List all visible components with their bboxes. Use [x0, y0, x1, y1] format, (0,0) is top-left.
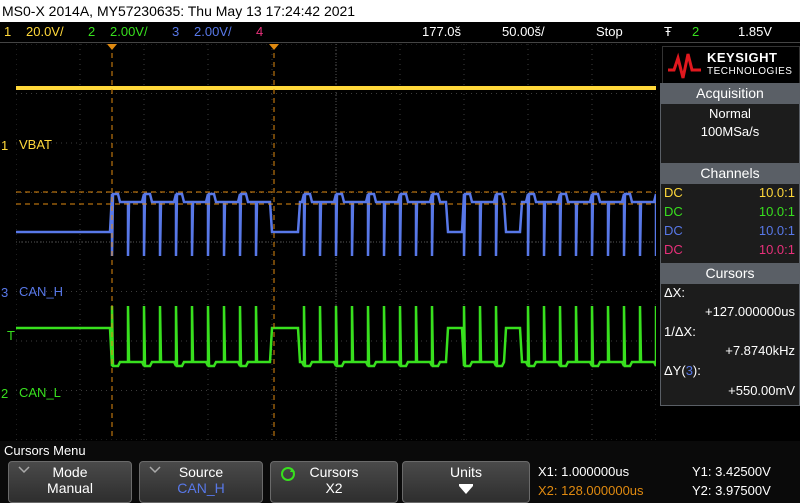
- ch1-ground-marker[interactable]: 1: [1, 138, 8, 153]
- ch1-label: VBAT: [19, 137, 52, 152]
- ch4-coupling: DC: [664, 242, 683, 257]
- x1-readout: X1: 1.000000us: [538, 464, 630, 479]
- ch2-coupling: DC: [664, 204, 683, 219]
- horizontal-delay[interactable]: 177.0š: [422, 22, 461, 42]
- ch2-ground-marker[interactable]: 2: [1, 386, 8, 401]
- y2-readout: Y2: 3.97500V: [692, 483, 771, 498]
- cursor-x1-marker: [107, 44, 117, 50]
- cursor-x2-marker: [269, 44, 279, 50]
- run-state[interactable]: Stop: [596, 22, 623, 42]
- units-button-label: Units: [450, 464, 482, 480]
- inverse-delta-x-label: 1/ΔX:: [664, 324, 696, 339]
- ch2-probe: 10.0:1: [758, 204, 795, 219]
- ch3-coupling: DC: [664, 223, 683, 238]
- softkey-menu: Cursors Menu Mode Manual Source CAN_H Cu…: [0, 441, 800, 503]
- softkey-arrow-icon: [149, 466, 161, 474]
- cursor-readouts: X1: 1.000000us X2: 128.000000us Y1: 3.42…: [534, 461, 800, 503]
- ch3-number[interactable]: 3: [172, 22, 179, 42]
- trigger-level[interactable]: 1.85V: [738, 22, 772, 42]
- sample-rate: 100MSa/s: [700, 124, 760, 139]
- ch1-probe: 10.0:1: [758, 185, 795, 200]
- waveform-graticule: [15, 43, 659, 441]
- source-button[interactable]: Source CAN_H: [139, 461, 263, 503]
- ch1-coupling: DC: [664, 185, 683, 200]
- channel-marker-gutter: 1 3 T 2: [0, 44, 16, 440]
- ch2-scale[interactable]: 2.00V/: [110, 22, 148, 42]
- keysight-wave-icon: [668, 52, 701, 79]
- status-bar: 1 20.0V/ 2 2.00V/ 3 2.00V/ 4 177.0š 50.0…: [0, 22, 800, 43]
- softkey-arrow-icon: [18, 466, 30, 474]
- delta-y-label: ΔY(3):: [664, 363, 701, 378]
- rotate-knob-icon: [281, 467, 295, 481]
- x2-readout: X2: 128.000000us: [538, 483, 644, 498]
- ch2-number[interactable]: 2: [88, 22, 95, 42]
- cursors-header: Cursors: [660, 263, 800, 283]
- inverse-delta-x-value: +7.8740kHz: [725, 343, 795, 358]
- ch2-label: CAN_L: [19, 385, 61, 400]
- submenu-arrow-down-icon: [459, 484, 473, 494]
- y1-readout: Y1: 3.42500V: [692, 464, 771, 479]
- cursors-section: ΔX: +127.000000us 1/ΔX: +7.8740kHz ΔY(3)…: [660, 283, 800, 406]
- trigger-edge-icon: Ŧ: [664, 24, 672, 39]
- channels-header: Channels: [660, 163, 800, 183]
- menu-title: Cursors Menu: [4, 443, 86, 458]
- acquisition-mode: Normal: [709, 106, 751, 121]
- ch4-number[interactable]: 4: [256, 22, 263, 42]
- mode-button[interactable]: Mode Manual: [8, 461, 132, 503]
- right-info-panel: KEYSIGHT TECHNOLOGIES Acquisition Normal…: [660, 44, 800, 440]
- ch3-ground-marker[interactable]: 3: [1, 285, 8, 300]
- mode-button-value: Manual: [47, 480, 93, 496]
- delta-x-value: +127.000000us: [704, 304, 795, 319]
- trigger-source[interactable]: 2: [692, 22, 699, 42]
- delta-x-label: ΔX:: [664, 285, 685, 300]
- ch1-scale[interactable]: 20.0V/: [26, 22, 64, 42]
- keysight-logo: KEYSIGHT TECHNOLOGIES: [662, 46, 800, 86]
- units-button[interactable]: Units: [402, 461, 530, 503]
- ch1-number[interactable]: 1: [4, 22, 11, 42]
- delta-y-channel: 3: [685, 363, 693, 378]
- acquisition-section: Normal 100MSa/s: [660, 103, 800, 165]
- waveform-display[interactable]: VBAT CAN_H CAN_L: [15, 43, 659, 441]
- cursors-select-button[interactable]: Cursors X2: [270, 461, 398, 503]
- brand-subtitle: TECHNOLOGIES: [707, 66, 793, 77]
- ch4-probe: 10.0:1: [758, 242, 795, 257]
- ch3-scale[interactable]: 2.00V/: [194, 22, 232, 42]
- ch3-probe: 10.0:1: [758, 223, 795, 238]
- ch3-label: CAN_H: [19, 284, 64, 299]
- brand-name: KEYSIGHT: [707, 50, 778, 65]
- acquisition-header: Acquisition: [660, 83, 800, 103]
- trigger-level-marker[interactable]: T: [7, 328, 15, 343]
- source-button-value: CAN_H: [177, 480, 225, 496]
- title-bar: MS0-X 2014A, MY57230635: Thu May 13 17:2…: [0, 0, 800, 22]
- channels-section: DC 10.0:1 DC 10.0:1 DC 10.0:1 DC 10.0:1: [660, 183, 800, 265]
- delta-y-value: +550.00mV: [728, 383, 795, 398]
- timebase-scale[interactable]: 50.00š/: [502, 22, 545, 42]
- window-title: MS0-X 2014A, MY57230635: Thu May 13 17:2…: [2, 3, 356, 19]
